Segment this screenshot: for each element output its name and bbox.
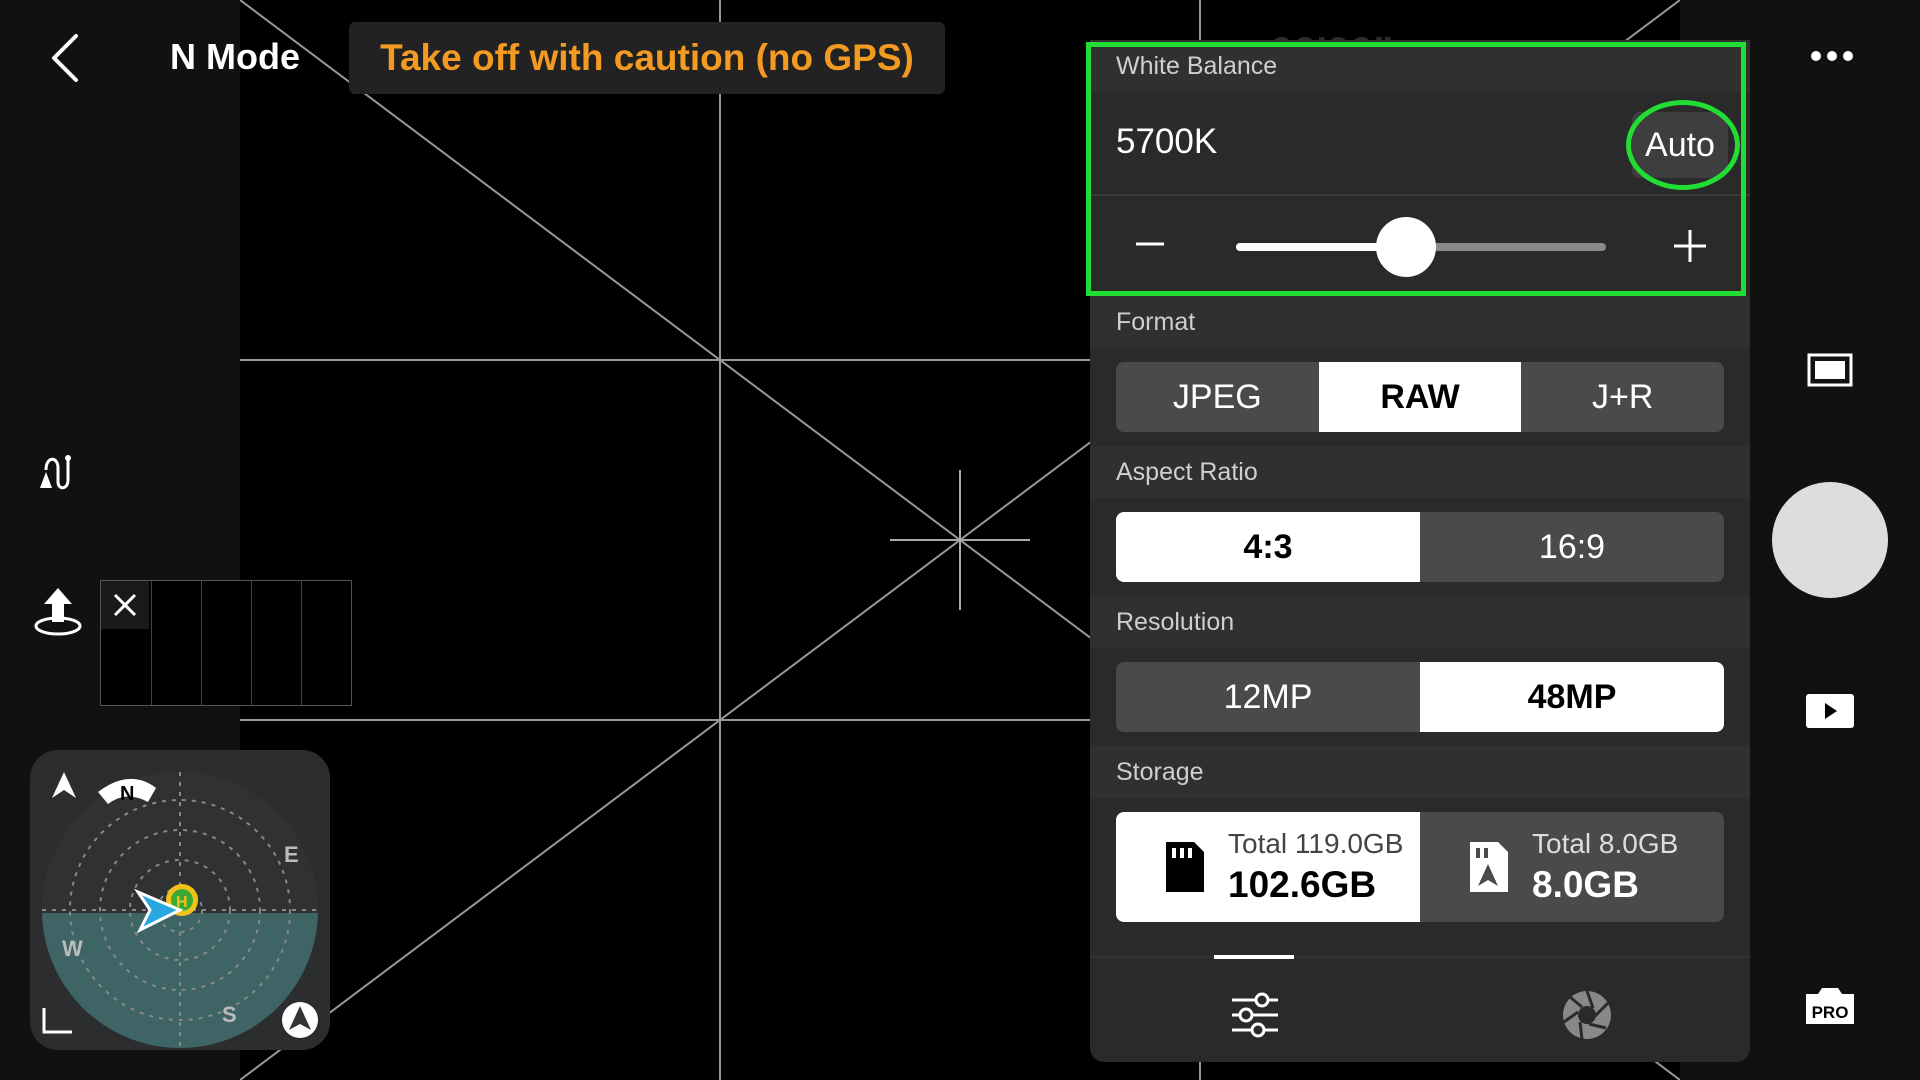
more-options-button[interactable] bbox=[1808, 44, 1856, 68]
play-icon bbox=[1806, 694, 1854, 728]
slider-knob[interactable] bbox=[1376, 217, 1437, 277]
compass-radar: N E W S H bbox=[42, 772, 318, 1048]
north-up-icon bbox=[52, 772, 76, 798]
close-preview-button[interactable] bbox=[101, 581, 149, 629]
minus-icon bbox=[1136, 242, 1164, 246]
storage-title: Storage bbox=[1090, 746, 1750, 798]
divider bbox=[1090, 194, 1750, 196]
resolution-option-48mp[interactable]: 48MP bbox=[1420, 662, 1724, 732]
frame-toggle-button[interactable] bbox=[1806, 352, 1854, 388]
format-title: Format bbox=[1090, 296, 1750, 348]
settings-tab-bar bbox=[1090, 955, 1750, 1062]
shutter-button[interactable] bbox=[1772, 482, 1888, 598]
format-option-raw[interactable]: RAW bbox=[1318, 362, 1522, 432]
route-icon bbox=[40, 455, 71, 490]
pro-mode-button[interactable]: PRO bbox=[1802, 984, 1858, 1028]
aircraft-storage-icon bbox=[1470, 842, 1508, 892]
format-option-jr[interactable]: J+R bbox=[1521, 362, 1724, 432]
return-home-icon bbox=[34, 588, 82, 636]
frame-icon bbox=[1807, 353, 1853, 387]
format-option-jpeg[interactable]: JPEG bbox=[1116, 362, 1319, 432]
compass-n-label: N bbox=[120, 783, 134, 805]
format-selector: JPEG RAW J+R bbox=[1116, 362, 1724, 432]
playback-button[interactable] bbox=[1806, 694, 1854, 728]
storage-sd-option[interactable]: Total 8.0GB 8.0GB bbox=[1420, 812, 1724, 922]
flight-mode-label: N Mode bbox=[170, 36, 300, 77]
aspect-option-16-9[interactable]: 16:9 bbox=[1420, 512, 1724, 582]
close-icon bbox=[113, 593, 137, 617]
mini-preview-panel bbox=[100, 580, 352, 706]
internal-free: 102.6GB bbox=[1228, 864, 1377, 905]
storage-selector: Total 119.0GB 102.6GB Total 8.0GB 8.0GB bbox=[1116, 812, 1724, 922]
auto-highlight-ring bbox=[1626, 100, 1740, 190]
aperture-icon bbox=[1563, 990, 1611, 1040]
compass-map[interactable]: N E W S H bbox=[30, 750, 330, 1050]
storage-internal-option[interactable]: Total 119.0GB 102.6GB bbox=[1116, 812, 1420, 922]
pro-camera-icon: PRO bbox=[1806, 988, 1854, 1024]
expand-corner-icon bbox=[42, 1008, 72, 1034]
white-balance-slider[interactable] bbox=[1236, 217, 1606, 277]
tab-camera-settings[interactable] bbox=[1228, 988, 1282, 1042]
gps-warning-banner: Take off with caution (no GPS) bbox=[349, 22, 945, 94]
white-balance-decrease-button[interactable] bbox=[1130, 240, 1170, 280]
compass-s-label: S bbox=[222, 1002, 237, 1027]
resolution-title: Resolution bbox=[1090, 596, 1750, 648]
active-tab-indicator bbox=[1214, 955, 1294, 959]
back-button[interactable] bbox=[42, 30, 90, 86]
white-balance-title: White Balance bbox=[1090, 40, 1750, 92]
compass-w-label: W bbox=[62, 936, 83, 961]
plus-icon bbox=[1674, 230, 1706, 262]
return-home-button[interactable] bbox=[30, 584, 86, 640]
aspect-option-4-3[interactable]: 4:3 bbox=[1116, 512, 1420, 582]
sd-free: 8.0GB bbox=[1532, 864, 1639, 905]
chevron-left-icon bbox=[52, 34, 78, 82]
aspect-ratio-title: Aspect Ratio bbox=[1090, 446, 1750, 498]
white-balance-increase-button[interactable] bbox=[1670, 226, 1710, 266]
aspect-ratio-selector: 4:3 16:9 bbox=[1116, 512, 1724, 582]
tab-camera-mode[interactable] bbox=[1560, 988, 1614, 1042]
more-dots-icon bbox=[1811, 51, 1853, 61]
internal-total: Total 119.0GB bbox=[1228, 828, 1404, 859]
sd-card-icon bbox=[1166, 842, 1204, 892]
pro-label: PRO bbox=[1812, 1003, 1849, 1022]
white-balance-value: 5700K bbox=[1116, 122, 1218, 161]
resolution-option-12mp[interactable]: 12MP bbox=[1116, 662, 1420, 732]
sd-total: Total 8.0GB bbox=[1532, 828, 1679, 859]
compass-e-label: E bbox=[284, 842, 299, 867]
route-button[interactable] bbox=[32, 448, 80, 496]
sliders-icon bbox=[1232, 992, 1278, 1038]
resolution-selector: 12MP 48MP bbox=[1116, 662, 1724, 732]
camera-settings-panel: White Balance 5700K Auto Format JPEG RAW… bbox=[1090, 40, 1750, 1062]
